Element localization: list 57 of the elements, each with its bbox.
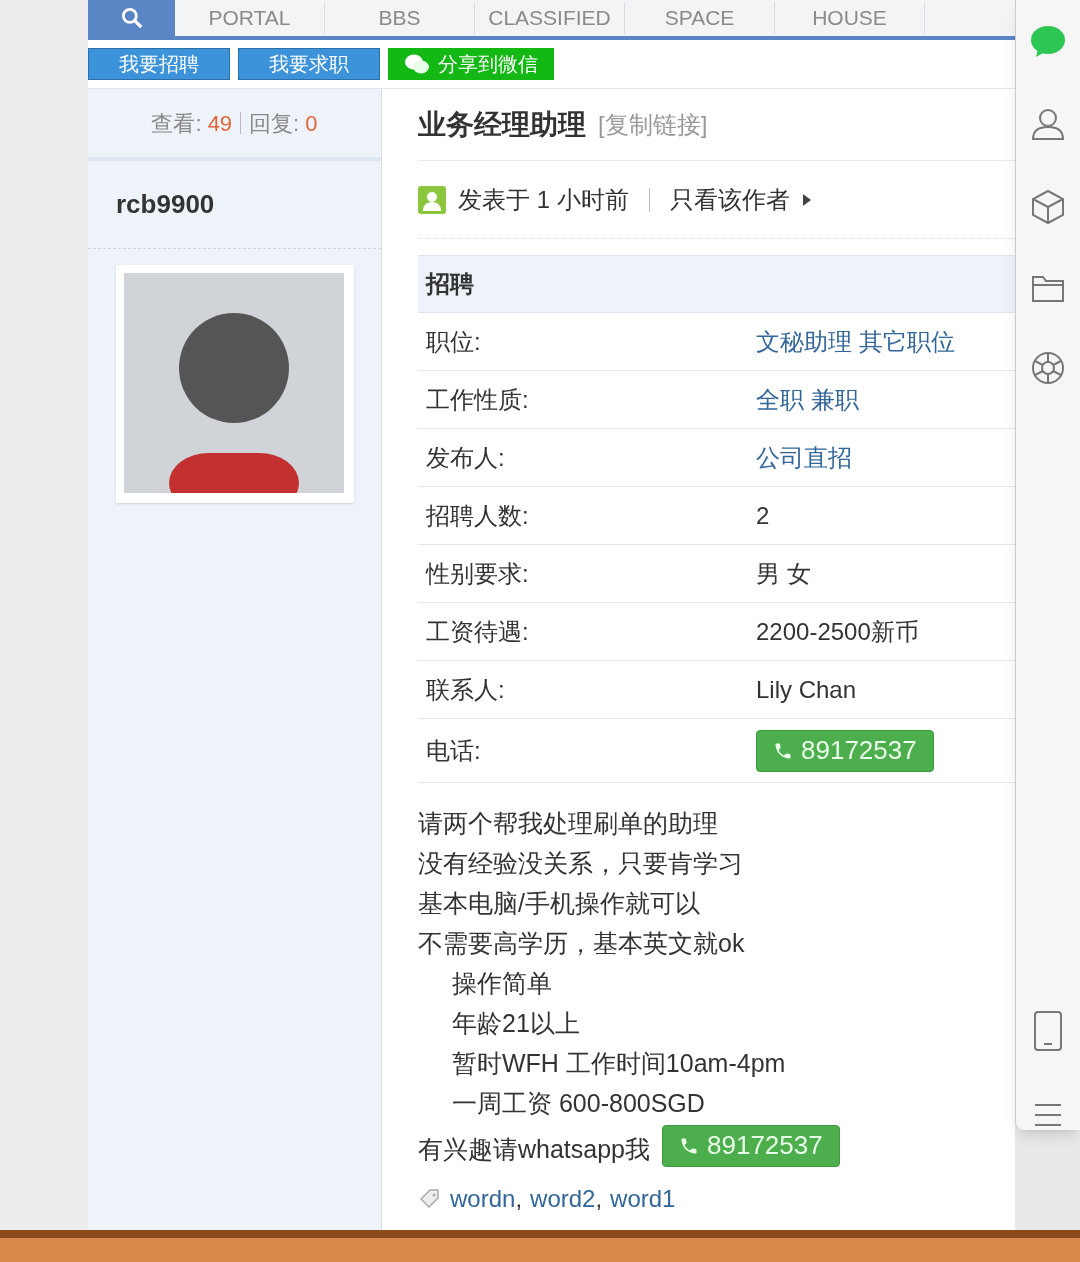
field-label: 职位: [426,326,482,357]
post-text-line: 年龄21以上 [451,1008,581,1039]
field-value: Lily Chan [756,674,857,705]
post-text-line: 有兴趣请whatsapp我 [418,1134,651,1165]
tag-icon [418,1186,442,1211]
author-name[interactable]: rcb9900 [116,189,215,219]
post-text-line: 暂时WFH 工作时间10am-4pm [451,1048,787,1079]
field-link[interactable]: 文秘助理 其它职位 [756,323,955,360]
post-text-line: 操作简单 [451,968,553,999]
field-label: 招聘人数: [426,500,530,531]
field-value: 2200-2500新币 [756,616,919,647]
views-count: 查看: 49 [151,109,233,138]
nav-link[interactable]: PORTAL [175,2,325,34]
only-author-link[interactable]: 只看该作者 [669,181,790,218]
cube-icon[interactable] [1031,189,1065,225]
action-button[interactable]: 我要招聘 [88,48,230,80]
field-label: 工作性质: [426,384,530,415]
post-text-line: 一周工资 600-800SGD [451,1088,706,1119]
field-link[interactable]: 全职 兼职 [756,381,859,418]
post-text-line: 不需要高学历，基本英文就ok [418,928,746,959]
phone-button[interactable]: 89172537 [662,1124,840,1167]
table-heading: 招聘 [418,255,1015,313]
user-icon[interactable] [1031,107,1065,141]
tag-link[interactable]: word2 [530,1180,596,1217]
tablet-icon[interactable] [1033,1010,1063,1052]
copy-link[interactable]: [复制链接] [598,106,708,143]
nav-link[interactable]: SPACE [625,2,775,34]
tag-link[interactable]: word1 [610,1180,676,1217]
share-button[interactable]: 分享到微信 [388,48,554,80]
nav-link[interactable]: BBS [325,2,475,34]
tag-separator: , [595,1183,603,1214]
nav-link[interactable]: HOUSE [775,2,925,34]
post-text-line: 基本电脑/手机操作就可以 [418,888,701,919]
caret-icon [801,192,812,207]
post-text-line: 请两个帮我处理刷单的助理 [418,808,719,839]
post-text-line: 没有经验没关系，只要肯学习 [418,848,744,879]
field-label: 发布人: [426,442,506,473]
user-icon [418,185,446,214]
post-time: 发表于 1 小时前 [458,184,629,215]
field-label: 性别要求: [426,558,530,589]
field-link[interactable]: 公司直招 [756,439,852,476]
action-button[interactable]: 我要求职 [238,48,380,80]
nav-link[interactable]: CLASSIFIED [475,2,625,34]
field-label: 工资待遇: [426,616,530,647]
chat-icon[interactable] [1030,25,1066,59]
aperture-icon[interactable] [1031,351,1065,385]
field-value: 男 女 [756,558,811,589]
post-title: 业务经理助理 [418,107,586,142]
field-label: 联系人: [426,674,506,705]
phone-button[interactable]: 89172537 [756,729,934,772]
field-label: 电话: [426,735,482,766]
field-value: 2 [756,500,770,531]
folder-icon[interactable] [1031,273,1065,303]
replies-count: 回复: 0 [249,109,318,138]
tag-link[interactable]: wordn [450,1180,516,1217]
tag-separator: , [515,1183,523,1214]
chat-icon [404,53,430,75]
